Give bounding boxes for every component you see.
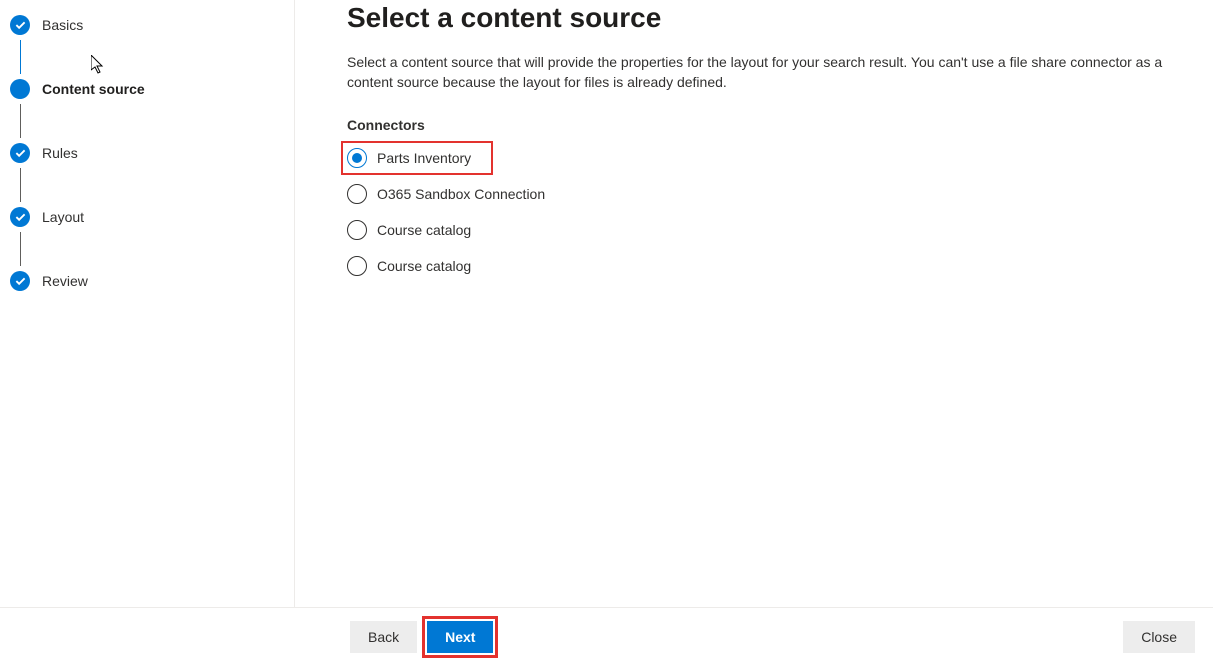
- next-button[interactable]: Next: [427, 621, 493, 653]
- check-icon: [10, 143, 30, 163]
- radio-label: O365 Sandbox Connection: [377, 186, 545, 202]
- step-connector: [20, 168, 21, 202]
- step-content-source[interactable]: Content source: [10, 74, 294, 104]
- radio-parts-inventory[interactable]: Parts Inventory: [347, 147, 487, 169]
- radio-icon: [347, 220, 367, 240]
- step-layout[interactable]: Layout: [10, 202, 294, 232]
- page-description: Select a content source that will provid…: [347, 52, 1183, 93]
- check-icon: [10, 207, 30, 227]
- step-rules[interactable]: Rules: [10, 138, 294, 168]
- connectors-label: Connectors: [347, 117, 1183, 133]
- radio-o365-sandbox[interactable]: O365 Sandbox Connection: [347, 183, 1183, 205]
- wizard-sidebar: Basics Content source Rules: [0, 0, 295, 607]
- radio-course-catalog-2[interactable]: Course catalog: [347, 255, 1183, 277]
- current-step-icon: [10, 79, 30, 99]
- radio-icon: [347, 148, 367, 168]
- radio-label: Course catalog: [377, 222, 471, 238]
- step-label: Content source: [42, 81, 145, 97]
- radio-icon: [347, 256, 367, 276]
- step-review[interactable]: Review: [10, 266, 294, 296]
- page-title: Select a content source: [347, 2, 1183, 34]
- back-button[interactable]: Back: [350, 621, 417, 653]
- step-label: Layout: [42, 209, 84, 225]
- radio-label: Course catalog: [377, 258, 471, 274]
- step-connector: [20, 232, 21, 266]
- check-icon: [10, 271, 30, 291]
- main-area: Basics Content source Rules: [0, 0, 1213, 607]
- step-label: Basics: [42, 17, 83, 33]
- step-basics[interactable]: Basics: [10, 10, 294, 40]
- connectors-radio-group: Parts Inventory O365 Sandbox Connection …: [347, 147, 1183, 277]
- step-connector: [20, 104, 21, 138]
- footer-bar: Back Next Close: [0, 607, 1213, 665]
- radio-icon: [347, 184, 367, 204]
- radio-course-catalog-1[interactable]: Course catalog: [347, 219, 1183, 241]
- step-list: Basics Content source Rules: [10, 10, 294, 296]
- close-button[interactable]: Close: [1123, 621, 1195, 653]
- step-label: Rules: [42, 145, 78, 161]
- content-panel: Select a content source Select a content…: [295, 0, 1213, 607]
- check-icon: [10, 15, 30, 35]
- step-connector: [20, 40, 21, 74]
- step-label: Review: [42, 273, 88, 289]
- radio-label: Parts Inventory: [377, 150, 471, 166]
